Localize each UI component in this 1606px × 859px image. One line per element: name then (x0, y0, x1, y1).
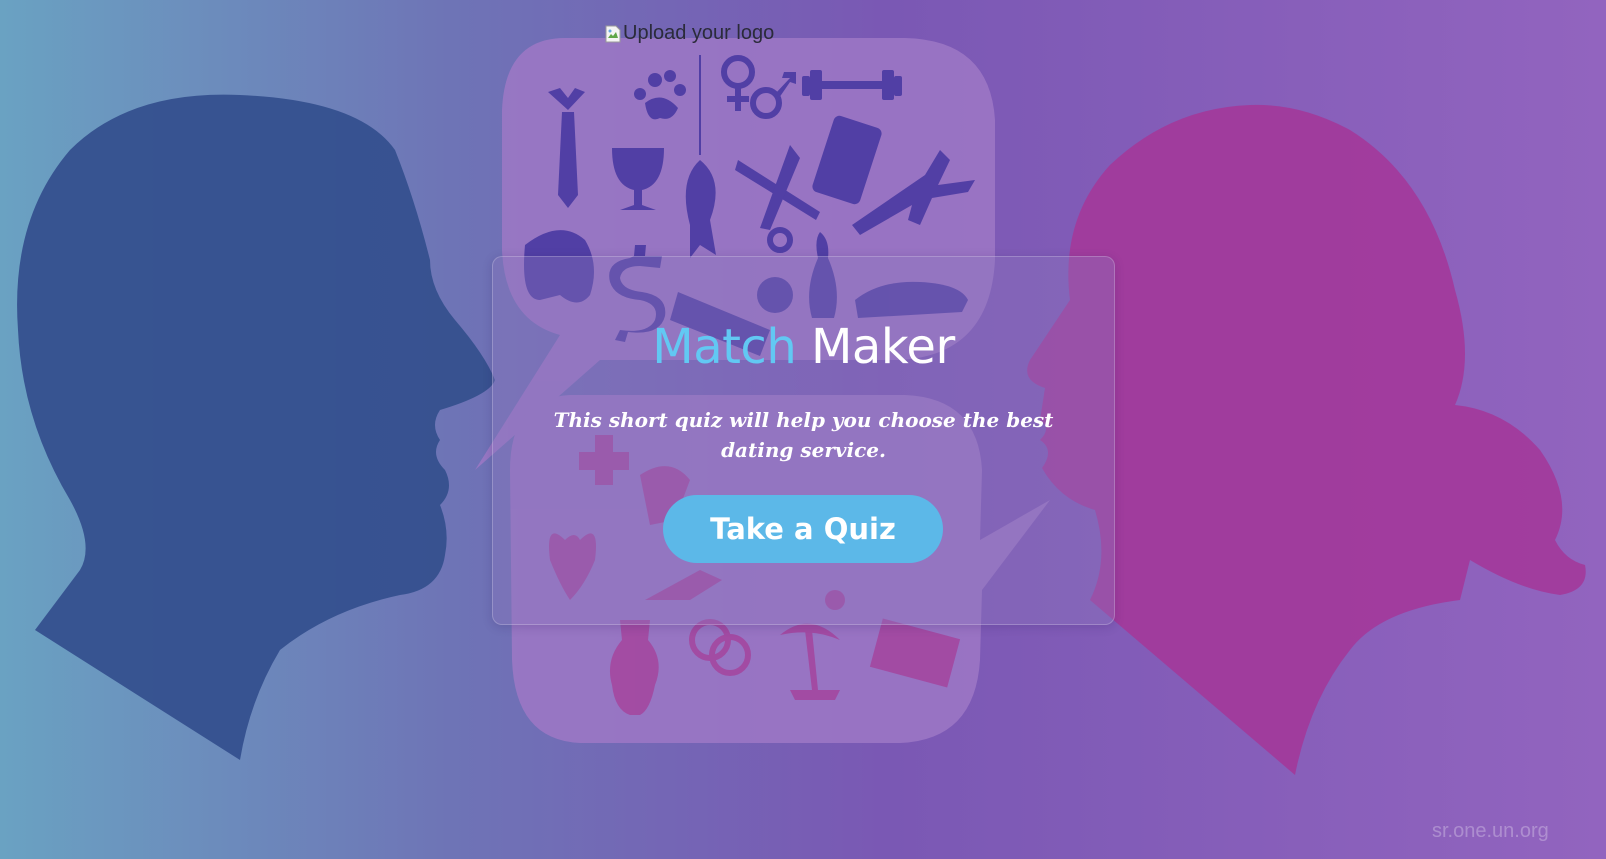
take-quiz-button[interactable]: Take a Quiz (663, 495, 943, 563)
logo: Upload your logo (605, 22, 774, 45)
hero-card: Match Maker This short quiz will help yo… (492, 256, 1115, 625)
title-word-maker: Maker (811, 319, 955, 375)
watermark-text: sr.one.un.org (1432, 820, 1549, 842)
title-word-match: Match (652, 319, 797, 375)
page-title: Match Maker (493, 317, 1114, 377)
hero-subtitle: This short quiz will help you choose the… (553, 408, 1054, 462)
logo-alt-text: Upload your logo (623, 22, 775, 44)
broken-image-icon (605, 25, 621, 43)
